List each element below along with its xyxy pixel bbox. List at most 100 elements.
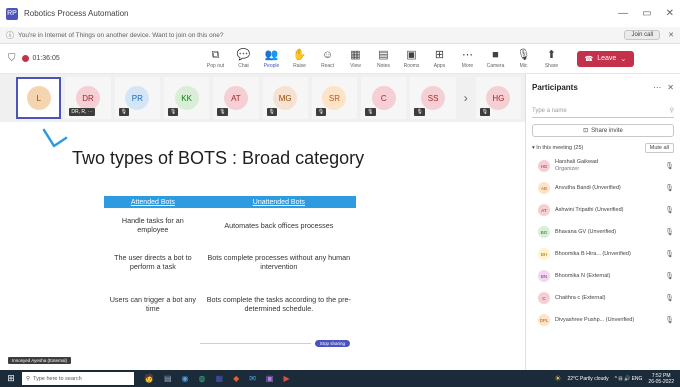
- taskbar-app-icon[interactable]: ◍: [199, 374, 206, 383]
- toolbar-label: Rooms: [403, 62, 420, 69]
- taskbar-app-icon[interactable]: ✉: [249, 374, 256, 383]
- mic-icon[interactable]: 🎙: [665, 250, 674, 258]
- mic-icon[interactable]: 🎙: [665, 316, 674, 324]
- participant-row[interactable]: C Chaithra c (External) 🎙: [526, 287, 680, 309]
- mic-icon[interactable]: 🎙: [665, 206, 674, 214]
- toolbar-icon: ✋: [292, 48, 307, 61]
- toolbar-label: Apps: [433, 62, 446, 69]
- windows-start-icon[interactable]: ⊞: [0, 373, 22, 384]
- in-meeting-toggle[interactable]: ▾ In this meeting (25): [532, 145, 583, 151]
- toolbar-label: React: [320, 62, 335, 69]
- toolbar-notes-button[interactable]: ▤ Notes: [371, 49, 397, 69]
- share-invite-button[interactable]: ⊡ Share invite: [532, 124, 674, 137]
- minimize-icon[interactable]: —: [618, 8, 628, 19]
- taskbar-search-icon: ⚲: [26, 375, 31, 382]
- join-call-button[interactable]: Join call: [624, 30, 661, 40]
- panel-close-icon[interactable]: ✕: [667, 83, 674, 92]
- participant-row[interactable]: BH Bhoomika B Hira... (Unverified) 🎙: [526, 243, 680, 265]
- video-tile[interactable]: SS 🎙: [410, 77, 456, 119]
- banner-close-icon[interactable]: ✕: [668, 31, 674, 39]
- mic-icon[interactable]: 🎙: [665, 162, 674, 170]
- video-tile[interactable]: L: [16, 77, 62, 119]
- tray-icons[interactable]: ^ ⊟ 🔊 ENG: [615, 376, 643, 382]
- toolbar-apps-button[interactable]: ⊞ Apps: [427, 49, 453, 69]
- mic-icon[interactable]: 🎙: [665, 228, 674, 236]
- video-tile[interactable]: SR 🎙: [311, 77, 358, 119]
- video-tile[interactable]: DR DR, R, ⋯: [65, 77, 111, 119]
- toolbar-mic-button[interactable]: 🎙 Mic: [511, 49, 537, 69]
- participant-name: Chaithra c (External): [555, 295, 665, 302]
- close-icon[interactable]: ✕: [666, 8, 674, 19]
- taskbar-app-icon[interactable]: 🧑: [144, 374, 154, 383]
- avatar: C: [371, 86, 396, 110]
- participant-name-text: Chaithra c (External): [555, 294, 606, 301]
- mic-icon[interactable]: 🎙: [665, 184, 674, 192]
- mic-icon[interactable]: 🎙: [665, 294, 674, 302]
- toolbar-view-button[interactable]: ▦ View: [343, 49, 369, 69]
- video-tile[interactable]: AT 🎙: [213, 77, 259, 119]
- weather-text[interactable]: 22°C Partly cloudy: [567, 376, 608, 382]
- table-row: The user directs a bot to perform a task…: [104, 242, 356, 282]
- teams-logo-icon: RP: [6, 7, 18, 20]
- video-tile[interactable]: MG 🎙: [262, 77, 308, 119]
- taskbar-app-icon[interactable]: ◆: [233, 374, 239, 383]
- video-tile[interactable]: KK 🎙: [163, 77, 210, 119]
- taskbar-app-icon[interactable]: ▣: [266, 374, 274, 383]
- leave-label: Leave: [597, 55, 617, 62]
- participant-search-input[interactable]: Type a name ⚲: [532, 104, 674, 118]
- avatar: AT: [223, 86, 248, 110]
- participant-name-text: Harshali Gaikwad: [555, 159, 599, 165]
- table-cell: Bots complete the tasks according to the…: [206, 295, 351, 313]
- participant-row[interactable]: BG Bhavana GV (Unverified) 🎙: [526, 221, 680, 243]
- participant-name: Ashwini Tripathi (Unverified): [555, 207, 665, 214]
- avatar: C: [538, 292, 550, 304]
- toolbar-react-button[interactable]: ☺ React: [315, 49, 341, 69]
- video-strip: L DR DR, R, ⋯ PR 🎙 KK 🎙 AT 🎙 MG 🎙 SR 🎙 C 🎙 SS 🎙 › HG 🎙: [0, 74, 525, 122]
- participant-row[interactable]: BN Bhoomika N (External) 🎙: [526, 265, 680, 287]
- toolbar-icon: ▣: [406, 48, 417, 61]
- toolbar-actions: ⧉ Pop out 💬 Chat 👥 People ✋ Raise ☺ React ▦ View ▤ No…: [203, 49, 567, 69]
- maximize-icon[interactable]: ▭: [642, 8, 651, 19]
- toolbar-camera-button[interactable]: ■ Camera: [483, 49, 509, 69]
- participant-role: Organizer: [555, 166, 580, 172]
- shield-icon: ⛉: [8, 53, 16, 64]
- toolbar-raise-button[interactable]: ✋ Raise: [287, 49, 313, 69]
- taskbar-search-input[interactable]: ⚲ Type here to search: [22, 372, 134, 385]
- mic-icon[interactable]: 🎙: [665, 272, 674, 280]
- next-page-icon[interactable]: ›: [464, 91, 468, 105]
- taskbar-app-icon[interactable]: ◉: [182, 374, 189, 383]
- more-options-icon[interactable]: ⋯: [653, 83, 661, 92]
- window-titlebar: RP Robotics Process Automation — ▭ ✕: [0, 0, 680, 27]
- taskbar-app-icon[interactable]: ▦: [216, 374, 224, 383]
- slide-title: Two types of BOTS : Broad category: [72, 148, 365, 168]
- mute-all-button[interactable]: Mute all: [644, 143, 674, 153]
- toolbar-people-button[interactable]: 👥 People: [259, 49, 285, 69]
- taskbar-app-icon[interactable]: ▶: [283, 374, 289, 383]
- avatar: HG: [486, 86, 511, 110]
- table-cell: Users can trigger a bot any time: [109, 295, 196, 313]
- leave-button[interactable]: ☎ Leave ⌄: [576, 50, 635, 67]
- clock[interactable]: 7:52 PM 26-05-2022: [648, 373, 674, 385]
- window-controls: — ▭ ✕: [618, 8, 674, 19]
- video-tile[interactable]: PR 🎙: [114, 77, 160, 119]
- participant-row[interactable]: AB Anvutha Bandi (Unverified) 🎙: [526, 177, 680, 199]
- meeting-timer: 01:36:05: [32, 55, 60, 62]
- shared-screen: Two types of BOTS : Broad category Atten…: [0, 122, 525, 370]
- toolbar-more-button[interactable]: ⋯ More: [455, 49, 481, 69]
- video-tile[interactable]: HG 🎙: [475, 77, 522, 119]
- video-tile[interactable]: C 🎙: [361, 77, 407, 119]
- participant-row[interactable]: HG Harshali Gaikwad Organizer 🎙: [526, 155, 680, 177]
- toolbar-share-button[interactable]: ⬆ Share: [539, 49, 565, 69]
- toolbar-rooms-button[interactable]: ▣ Rooms: [399, 49, 425, 69]
- avatar: AT: [538, 204, 550, 216]
- toolbar-pop-out-button[interactable]: ⧉ Pop out: [203, 49, 229, 69]
- bots-comparison-table: Attended Bots Unattended Bots Handle tas…: [104, 196, 356, 326]
- participant-row[interactable]: AT Ashwini Tripathi (Unverified) 🎙: [526, 199, 680, 221]
- taskbar-app-icon[interactable]: ▤: [164, 374, 172, 383]
- participant-row[interactable]: DPL Divyashree Pushp... (Unverified) 🎙: [526, 309, 680, 331]
- toolbar-chat-button[interactable]: 💬 Chat: [231, 49, 257, 69]
- stop-sharing-button[interactable]: Stop sharing: [314, 339, 350, 347]
- participant-name-text: Bhoomika B Hira... (Unverified): [555, 250, 631, 257]
- avatar: BG: [538, 226, 550, 238]
- chevron-down-icon[interactable]: ⌄: [620, 55, 626, 63]
